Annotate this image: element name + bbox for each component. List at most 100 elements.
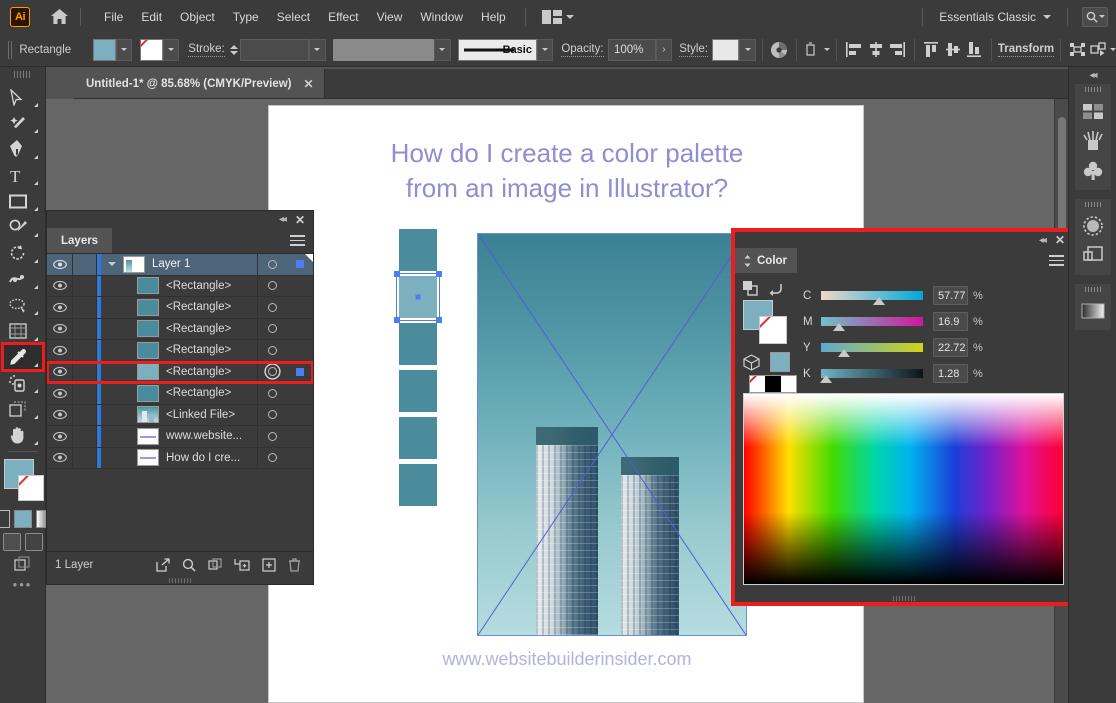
gradient-panel-icon[interactable] — [1076, 296, 1110, 326]
search-input[interactable] — [1082, 7, 1108, 27]
slider-thumb-y[interactable] — [838, 349, 850, 357]
search-layers-icon[interactable] — [182, 558, 196, 572]
chevron-down-icon[interactable] — [824, 48, 830, 51]
visibility-toggle[interactable] — [47, 383, 73, 404]
make-clipping-mask-icon[interactable] — [208, 558, 222, 572]
target-indicator[interactable] — [257, 362, 287, 383]
artboard-tool[interactable] — [3, 396, 43, 422]
layers-panel-resize-grip[interactable] — [47, 577, 313, 584]
cyan-value-field[interactable]: 57.77 — [933, 286, 968, 305]
selection-handle[interactable] — [436, 317, 442, 323]
layer-row-rectangle-4[interactable]: <Rectangle> — [47, 340, 313, 362]
rectangle-tool[interactable] — [3, 188, 43, 214]
eyedropper-tool[interactable] — [3, 344, 43, 370]
dock-group-grip[interactable] — [1085, 287, 1101, 292]
layer-row-rectangle-6[interactable]: <Rectangle> — [47, 383, 313, 405]
object-name[interactable]: <Linked File> — [166, 409, 257, 421]
visibility-toggle[interactable] — [47, 405, 73, 426]
selection-indicator[interactable] — [287, 276, 313, 297]
visibility-toggle[interactable] — [47, 362, 73, 383]
lock-toggle[interactable] — [73, 276, 97, 297]
dock-group-grip[interactable] — [1085, 202, 1101, 207]
visibility-toggle[interactable] — [47, 319, 73, 340]
fill-dropdown-button[interactable] — [116, 39, 132, 61]
slider-thumb-c[interactable] — [873, 297, 885, 305]
workspace-switcher[interactable]: Essentials Classic — [933, 7, 1057, 27]
rotate-tool[interactable] — [3, 240, 43, 266]
appearance-panel-icon[interactable] — [1076, 241, 1110, 271]
swatches-panel-icon[interactable] — [1076, 96, 1110, 126]
expand-arrow-icon[interactable] — [101, 262, 123, 266]
target-indicator[interactable] — [257, 254, 287, 275]
style-label[interactable]: Style: — [679, 43, 708, 57]
perspective-grid-tool[interactable] — [3, 318, 43, 344]
color-panel-resize-grip[interactable] — [735, 594, 1072, 602]
pen-tool[interactable] — [3, 136, 43, 162]
align-center-horizontal-icon[interactable] — [865, 38, 886, 62]
target-indicator[interactable] — [257, 405, 287, 426]
collapse-panel-icon[interactable]: ◂◂ — [279, 214, 285, 225]
yellow-slider-track[interactable] — [821, 343, 923, 352]
align-center-vertical-icon[interactable] — [942, 38, 963, 62]
arrange-documents-icon[interactable] — [536, 7, 580, 27]
selection-handle[interactable] — [394, 317, 400, 323]
target-indicator[interactable] — [257, 448, 287, 469]
tab-color[interactable]: Color — [735, 248, 797, 273]
magenta-value-field[interactable]: 16.9 — [933, 312, 968, 331]
delete-selection-icon[interactable] — [288, 558, 301, 572]
lock-toggle[interactable] — [73, 362, 97, 383]
selection-handle[interactable] — [436, 271, 442, 277]
black-slider-track[interactable] — [821, 369, 923, 378]
artboard-swatch-4[interactable] — [399, 417, 437, 459]
slider-thumb-m[interactable] — [833, 323, 845, 331]
brush-definition-field[interactable]: Basic — [458, 39, 537, 61]
control-bar-grip[interactable] — [8, 41, 13, 59]
visibility-toggle[interactable] — [47, 297, 73, 318]
tools-panel-grip[interactable] — [14, 71, 32, 78]
default-fill-stroke-icon[interactable] — [743, 281, 758, 296]
swap-fill-stroke-icon[interactable] — [768, 282, 783, 296]
object-name[interactable]: <Rectangle> — [166, 280, 257, 292]
type-tool[interactable]: T — [3, 162, 43, 188]
panel-menu-icon[interactable] — [290, 228, 313, 253]
target-indicator[interactable] — [257, 276, 287, 297]
transparency-panel-icon[interactable] — [1076, 211, 1110, 241]
selection-indicator[interactable] — [287, 297, 313, 318]
color-mode-button[interactable] — [14, 510, 32, 528]
default-fill-stroke-icon[interactable] — [0, 510, 10, 528]
stroke-weight-dropdown[interactable] — [309, 39, 325, 61]
close-icon[interactable]: ✕ — [1055, 233, 1065, 247]
selection-tool[interactable] — [3, 84, 43, 110]
layer-name[interactable]: Layer 1 — [152, 258, 257, 270]
object-name[interactable]: <Rectangle> — [166, 323, 257, 335]
opacity-options-button[interactable]: › — [656, 39, 672, 61]
visibility-toggle[interactable] — [47, 254, 73, 275]
object-name[interactable]: <Rectangle> — [166, 344, 257, 356]
visibility-toggle[interactable] — [47, 340, 73, 361]
target-indicator[interactable] — [257, 383, 287, 404]
lock-toggle[interactable] — [73, 383, 97, 404]
brush-dropdown[interactable] — [537, 39, 553, 61]
menu-effect[interactable]: Effect — [319, 6, 367, 28]
none-swatch[interactable] — [750, 376, 765, 392]
paintbrush-tool[interactable] — [3, 214, 43, 240]
create-sublayer-icon[interactable] — [234, 558, 250, 572]
visibility-toggle[interactable] — [47, 276, 73, 297]
opacity-field[interactable]: 100% — [608, 39, 656, 61]
object-name[interactable]: <Rectangle> — [166, 301, 257, 313]
close-icon[interactable]: ✕ — [304, 77, 314, 91]
artboard-swatch-0[interactable] — [399, 229, 437, 271]
draw-normal-icon[interactable] — [3, 533, 21, 551]
align-right-icon[interactable] — [886, 38, 907, 62]
white-swatch[interactable] — [781, 376, 796, 392]
locate-object-icon[interactable] — [156, 558, 170, 572]
target-indicator[interactable] — [257, 297, 287, 318]
artboard-swatch-3[interactable] — [399, 370, 437, 412]
menu-object[interactable]: Object — [171, 6, 224, 28]
dock-group-grip[interactable] — [1085, 87, 1101, 92]
lock-toggle[interactable] — [73, 405, 97, 426]
target-indicator[interactable] — [257, 319, 287, 340]
menu-help[interactable]: Help — [472, 6, 515, 28]
selection-handle[interactable] — [394, 271, 400, 277]
hand-tool[interactable] — [3, 422, 43, 448]
